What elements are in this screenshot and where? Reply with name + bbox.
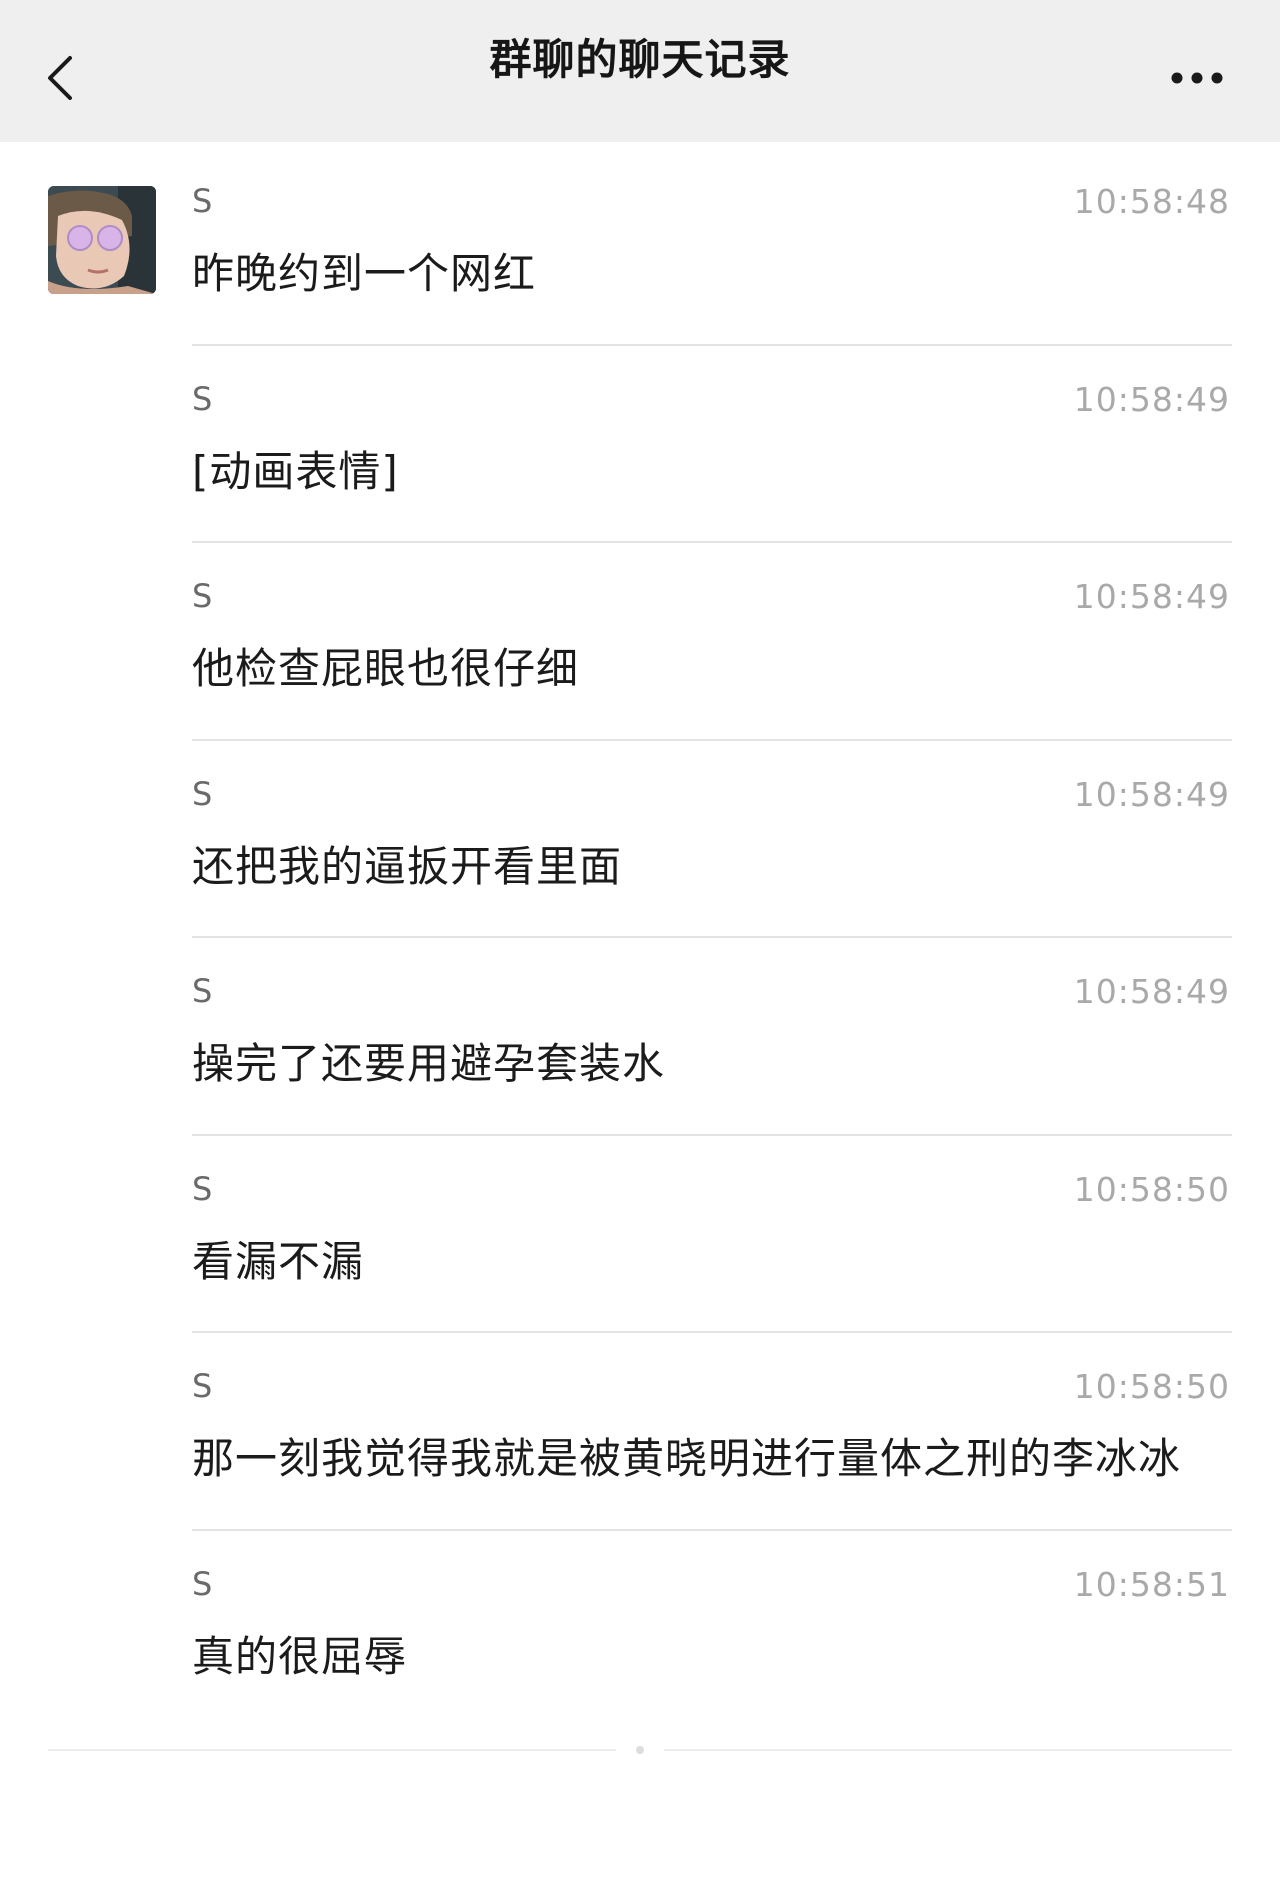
message-item[interactable]: S 10:58:48 昨晚约到一个网红	[192, 148, 1232, 346]
sender-name: S	[192, 379, 213, 418]
sender-name: S	[192, 1367, 213, 1405]
sender-name: S	[192, 774, 213, 813]
message-item[interactable]: S 10:58:51 真的很屈辱	[192, 1531, 1232, 1729]
more-horizontal-icon	[1171, 72, 1223, 84]
message-time: 10:58:49	[1073, 577, 1230, 616]
footer-divider-dot	[636, 1746, 644, 1754]
message-time: 10:58:49	[1073, 379, 1230, 419]
footer-divider-left	[48, 1749, 616, 1751]
message-text: 真的很屈辱	[192, 1631, 408, 1681]
message-time: 10:58:50	[1073, 1367, 1230, 1406]
message-item[interactable]: S 10:58:50 看漏不漏	[192, 1136, 1232, 1333]
message-text: 还把我的逼扳开看里面	[192, 841, 623, 891]
more-options-button[interactable]	[1162, 58, 1232, 98]
message-time: 10:58:49	[1073, 774, 1230, 814]
message-text: 他检查屁眼也很仔细	[192, 644, 580, 693]
message-text: 昨晚约到一个网红	[192, 249, 537, 298]
sender-name: S	[192, 1564, 213, 1603]
message-time: 10:58:48	[1073, 182, 1230, 221]
message-time: 10:58:50	[1073, 1169, 1230, 1209]
message-list: S 10:58:48 昨晚约到一个网红 S 10:58:49 [动画表情] S …	[192, 148, 1232, 1728]
sender-name: S	[192, 577, 213, 615]
page-title: 群聊的聊天记录	[489, 35, 791, 84]
message-item[interactable]: S 10:58:49 还把我的逼扳开看里面	[192, 741, 1232, 938]
message-item[interactable]: S 10:58:49 [动画表情]	[192, 346, 1232, 543]
message-text: 那一刻我觉得我就是被黄晓明进行量体之刑的李冰冰	[192, 1434, 1182, 1483]
message-time: 10:58:49	[1073, 972, 1230, 1011]
chat-history-page: 群聊的聊天记录 S 10:58:48 昨晚约到一个网红 S 10:58:49 […	[0, 0, 1280, 1879]
avatar[interactable]	[48, 186, 156, 294]
user-avatar-photo	[48, 186, 156, 294]
message-text: [动画表情]	[192, 446, 399, 496]
sender-name: S	[192, 182, 213, 220]
message-item[interactable]: S 10:58:49 操完了还要用避孕套装水	[192, 938, 1232, 1136]
sender-name: S	[192, 1169, 213, 1208]
message-text: 看漏不漏	[192, 1236, 365, 1286]
message-time: 10:58:51	[1073, 1564, 1230, 1604]
message-item[interactable]: S 10:58:50 那一刻我觉得我就是被黄晓明进行量体之刑的李冰冰	[192, 1333, 1232, 1531]
sender-name: S	[192, 972, 213, 1010]
message-item[interactable]: S 10:58:49 他检查屁眼也很仔细	[192, 543, 1232, 741]
message-text: 操完了还要用避孕套装水	[192, 1039, 666, 1088]
footer-divider-right	[664, 1749, 1232, 1751]
navigation-bar: 群聊的聊天记录	[0, 0, 1280, 142]
